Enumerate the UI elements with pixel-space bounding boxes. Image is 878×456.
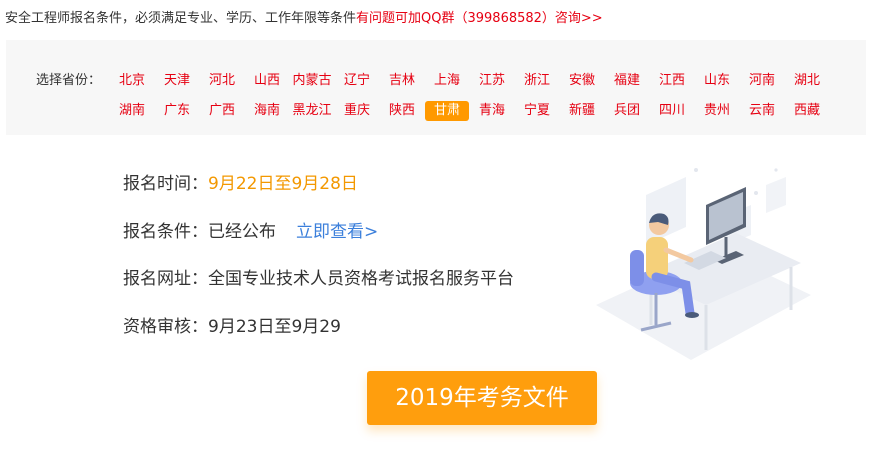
province-item[interactable]: 广东 bbox=[155, 101, 199, 121]
top-notice: 安全工程师报名条件，必须满足专业、学历、工作年限等条件有问题可加QQ群（3998… bbox=[5, 9, 603, 29]
province-item[interactable]: 海南 bbox=[245, 101, 289, 121]
registration-info: 报名时间：9月22日至9月28日 报名条件：已经公布 立即查看> 报名网址：全国专… bbox=[6, 135, 866, 456]
notice-text: 安全工程师报名条件，必须满足专业、学历、工作年限等条件 bbox=[5, 11, 357, 26]
registration-condition-value: 已经公布 bbox=[208, 222, 276, 242]
province-item[interactable]: 安徽 bbox=[560, 71, 604, 91]
province-item[interactable]: 新疆 bbox=[560, 101, 604, 121]
registration-website-label: 报名网址： bbox=[123, 269, 208, 289]
province-item[interactable]: 河南 bbox=[740, 71, 784, 91]
registration-condition-row: 报名条件：已经公布 立即查看> bbox=[123, 219, 378, 245]
province-item[interactable]: 辽宁 bbox=[335, 71, 379, 91]
province-item[interactable]: 云南 bbox=[740, 101, 784, 121]
province-item[interactable]: 重庆 bbox=[335, 101, 379, 121]
province-item[interactable]: 宁夏 bbox=[515, 101, 559, 121]
province-item[interactable]: 四川 bbox=[650, 101, 694, 121]
province-label: 选择省份： bbox=[36, 73, 102, 88]
province-item[interactable]: 湖北 bbox=[785, 71, 829, 91]
person-at-computer-illustration bbox=[596, 168, 811, 360]
province-selector: 选择省份： 北京 天津 河北 山西 内蒙古 辽宁 吉林 上海 江苏 浙江 安徽 福建 江西 山东 河南 湖北湖… bbox=[6, 64, 866, 134]
province-item[interactable]: 青海 bbox=[470, 101, 514, 121]
province-item[interactable]: 内蒙古 bbox=[290, 71, 334, 91]
exam-documents-button[interactable]: 2019年考务文件 bbox=[367, 371, 597, 425]
registration-panel: 选择省份： 北京 天津 河北 山西 内蒙古 辽宁 吉林 上海 江苏 浙江 安徽 福建 江西 山东 河南 湖北湖… bbox=[6, 40, 866, 456]
qualification-review-label: 资格审核： bbox=[123, 317, 208, 337]
province-item[interactable]: 湖南 bbox=[110, 101, 154, 121]
province-item[interactable]: 浙江 bbox=[515, 71, 559, 91]
province-item[interactable]: 江苏 bbox=[470, 71, 514, 91]
province-item[interactable]: 上海 bbox=[425, 71, 469, 91]
province-item[interactable]: 山西 bbox=[245, 71, 289, 91]
registration-time-value: 9月22日至9月28日 bbox=[208, 174, 358, 194]
province-item[interactable]: 兵团 bbox=[605, 101, 649, 121]
registration-website-row: 报名网址：全国专业技术人员资格考试报名服务平台 bbox=[123, 266, 514, 292]
province-item[interactable]: 黑龙江 bbox=[290, 101, 334, 121]
registration-time-label: 报名时间： bbox=[123, 174, 208, 194]
province-item[interactable]: 山东 bbox=[695, 71, 739, 91]
qualification-review-value: 9月23日至9月29 bbox=[208, 317, 341, 337]
view-now-link[interactable]: 立即查看> bbox=[296, 222, 378, 242]
registration-condition-label: 报名条件： bbox=[123, 222, 208, 242]
province-item[interactable]: 北京 bbox=[110, 71, 154, 91]
province-item[interactable]: 福建 bbox=[605, 71, 649, 91]
province-item[interactable]: 江西 bbox=[650, 71, 694, 91]
province-item[interactable]: 陕西 bbox=[380, 101, 424, 121]
registration-website-value: 全国专业技术人员资格考试报名服务平台 bbox=[208, 269, 514, 289]
qualification-review-row: 资格审核：9月23日至9月29 bbox=[123, 314, 341, 340]
province-item[interactable]: 广西 bbox=[200, 101, 244, 121]
province-item[interactable]: 甘肃 bbox=[425, 101, 469, 121]
province-item[interactable]: 河北 bbox=[200, 71, 244, 91]
province-item[interactable]: 贵州 bbox=[695, 101, 739, 121]
registration-time-row: 报名时间：9月22日至9月28日 bbox=[123, 171, 358, 197]
province-item[interactable]: 吉林 bbox=[380, 71, 424, 91]
province-item[interactable]: 西藏 bbox=[785, 101, 829, 121]
province-item[interactable]: 天津 bbox=[155, 71, 199, 91]
qq-group-link[interactable]: 有问题可加QQ群（399868582）咨询>> bbox=[356, 11, 603, 26]
